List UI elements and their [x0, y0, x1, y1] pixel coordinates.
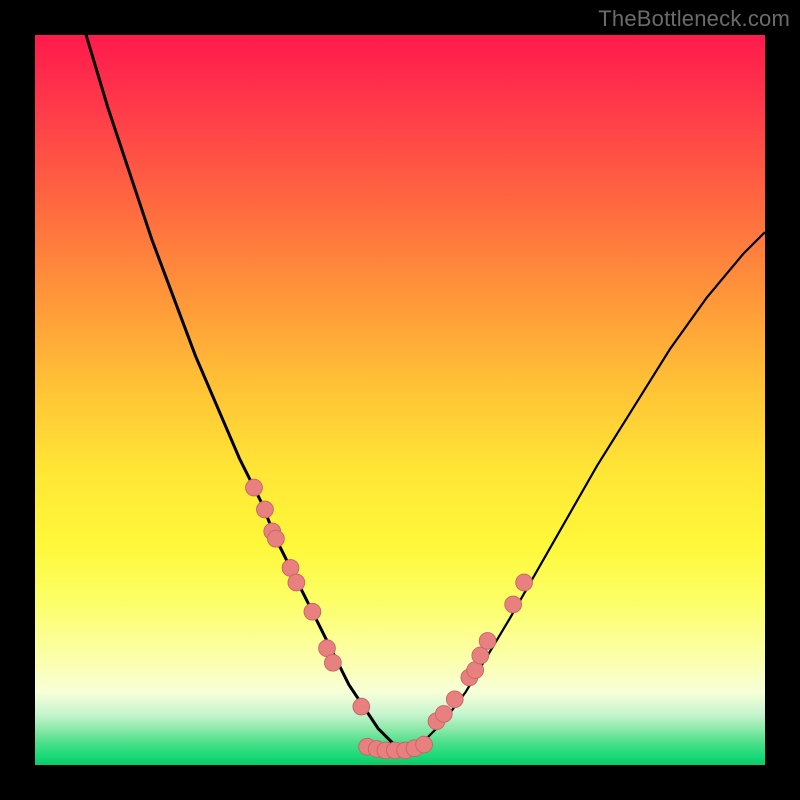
data-dot: [268, 530, 285, 547]
data-dot: [288, 574, 305, 591]
bottleneck-curve-left: [86, 35, 407, 750]
data-dot: [246, 479, 263, 496]
data-dot: [472, 647, 489, 664]
data-dot: [516, 574, 533, 591]
data-dots-group: [246, 479, 533, 759]
data-dot: [446, 691, 463, 708]
data-dot: [324, 654, 341, 671]
data-dot: [435, 706, 452, 723]
curve-group: [86, 35, 765, 750]
plot-area: [35, 35, 765, 765]
chart-frame: TheBottleneck.com: [0, 0, 800, 800]
data-dot: [479, 633, 496, 650]
watermark-text: TheBottleneck.com: [598, 6, 790, 32]
data-dot: [353, 698, 370, 715]
bottleneck-curve-layer: [35, 35, 765, 765]
data-dot: [505, 596, 522, 613]
data-dot: [304, 603, 321, 620]
data-dot: [257, 501, 274, 518]
bottleneck-curve: [86, 35, 765, 750]
data-dot: [416, 736, 433, 753]
